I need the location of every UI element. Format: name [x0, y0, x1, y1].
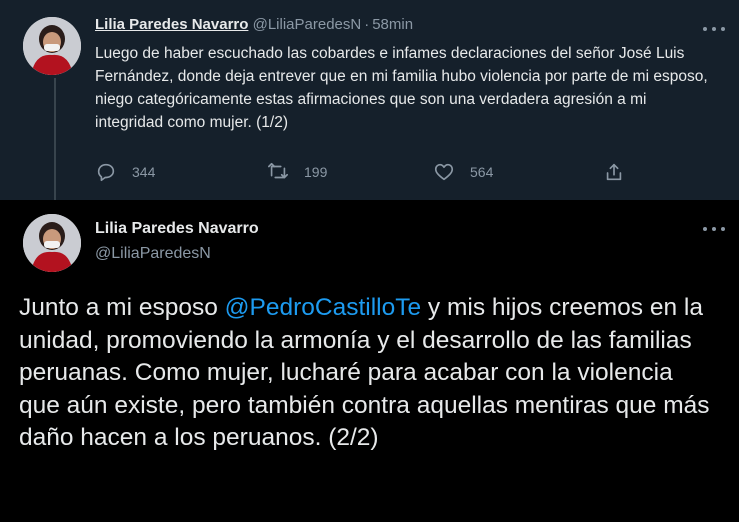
- share-icon: [606, 163, 622, 181]
- author-handle[interactable]: @LiliaParedesN: [95, 245, 211, 263]
- avatar[interactable]: [23, 17, 81, 75]
- heart-icon: [434, 163, 454, 181]
- author-handle[interactable]: @LiliaParedesN: [253, 16, 362, 33]
- tweet-text: Junto a mi esposo @PedroCastilloTe y mis…: [19, 292, 719, 455]
- separator-dot: ·: [364, 16, 370, 33]
- author-name[interactable]: Lilia Paredes Navarro: [95, 220, 259, 238]
- share-button[interactable]: [603, 158, 640, 186]
- tweet-header: Lilia Paredes Navarro @LiliaParedesN · 58m…: [95, 16, 413, 33]
- avatar[interactable]: [23, 214, 81, 272]
- tweet-text: Luego de haber escuchado las cobardes e …: [95, 45, 708, 131]
- tweet-timestamp[interactable]: 58min: [372, 16, 413, 33]
- reply-icon: [97, 163, 115, 182]
- more-options-button[interactable]: [703, 24, 725, 34]
- thread-connector-line: [54, 78, 56, 200]
- mention-link[interactable]: @PedroCastilloTe: [225, 294, 421, 321]
- reply-count: 344: [132, 164, 156, 180]
- more-icon: [703, 227, 707, 231]
- more-options-button[interactable]: [703, 224, 725, 234]
- like-button[interactable]: 564: [433, 158, 493, 186]
- like-count: 564: [470, 164, 494, 180]
- author-name[interactable]: Lilia Paredes Navarro: [95, 16, 248, 33]
- tweet-actions: 344 199 564: [95, 158, 635, 186]
- more-icon: [703, 27, 707, 31]
- retweet-icon: [268, 162, 288, 179]
- reply-button[interactable]: 344: [95, 158, 155, 186]
- retweet-count: 199: [304, 164, 328, 180]
- tweet-text-start: Junto a mi esposo: [19, 294, 225, 321]
- retweet-button[interactable]: 199: [267, 158, 327, 186]
